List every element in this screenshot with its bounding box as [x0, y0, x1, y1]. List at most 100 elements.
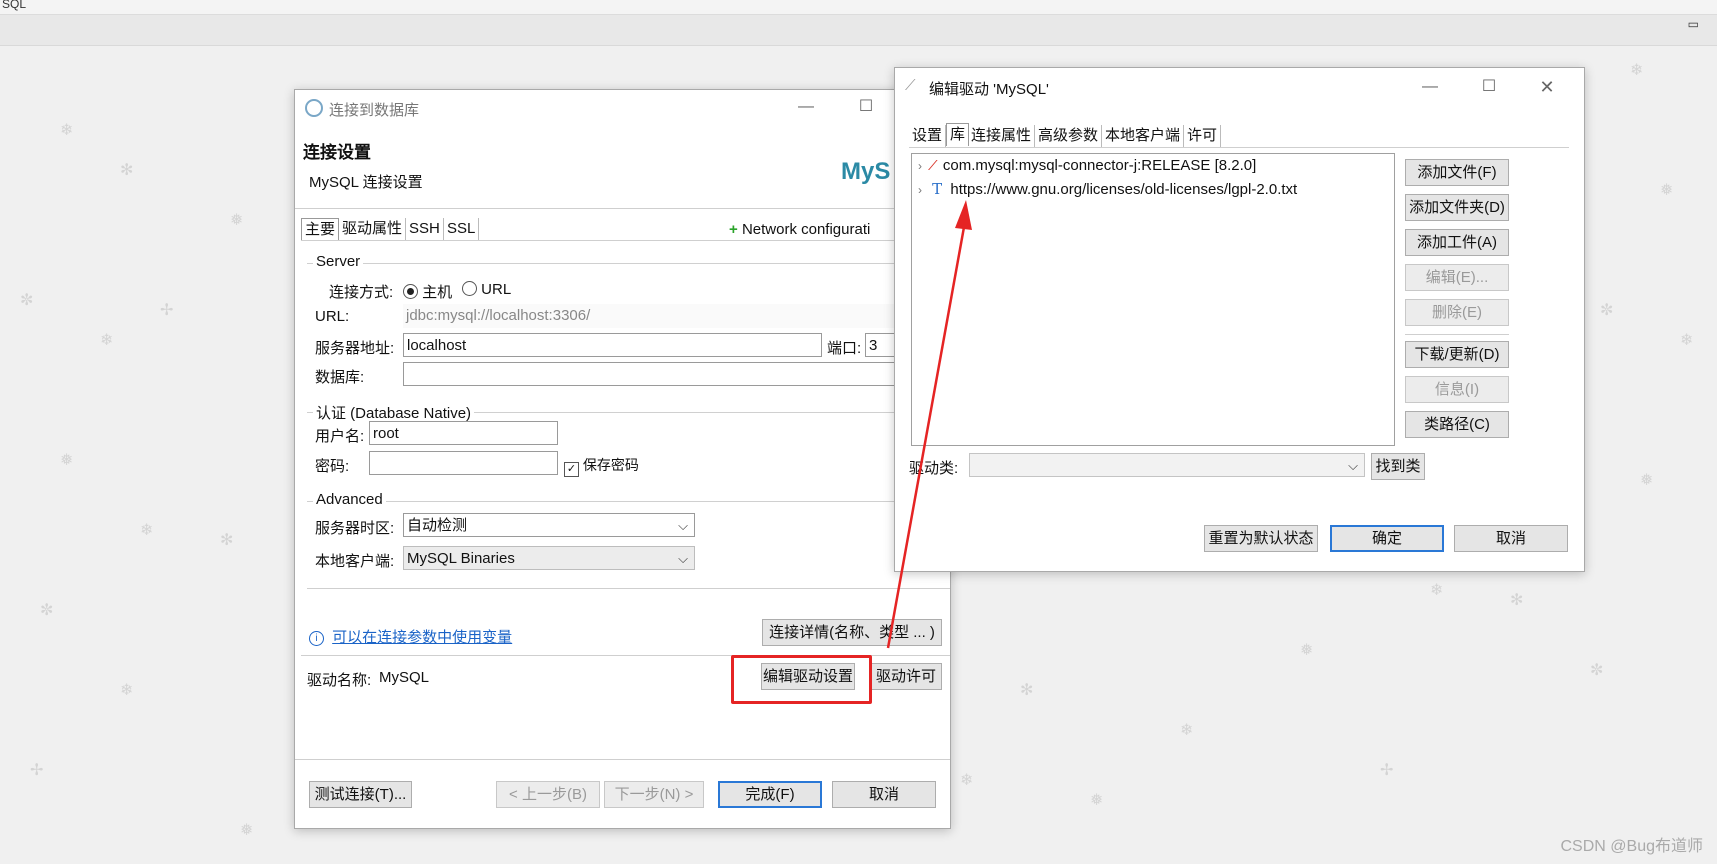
app-toolbar: ▭ — [0, 15, 1717, 46]
minimize-view-icon[interactable]: ▭ — [1688, 17, 1699, 31]
url-label: URL: — [315, 308, 350, 325]
connect-dialog-titlebar[interactable]: 连接到数据库 — ☐ — [295, 90, 950, 126]
add-file-button[interactable]: 添加文件(F) — [1405, 159, 1509, 186]
app-menu-bar: SQL — [0, 0, 1717, 15]
save-password-checkbox[interactable]: ✓ 保存密码 — [564, 455, 639, 477]
driver-name-value: MySQL — [379, 669, 430, 686]
edit-driver-dialog: ⟋ 编辑驱动 'MySQL' — ☐ ✕ 设置 库 连接属性 高级参数 本地客户… — [894, 67, 1585, 572]
footer-divider — [295, 759, 950, 760]
connect-settings-subtitle: MySQL 连接设置 — [309, 174, 423, 191]
info-button[interactable]: 信息(I) — [1405, 376, 1509, 403]
highlight-edit-driver — [731, 655, 872, 704]
minimize-icon[interactable]: — — [1419, 76, 1441, 98]
chevron-down-icon: ⌵ — [678, 551, 688, 566]
radio-host[interactable]: 主机 — [403, 281, 452, 302]
header-divider — [295, 208, 950, 209]
tab-driver-properties[interactable]: 驱动属性 — [339, 218, 407, 240]
close-icon[interactable]: ✕ — [1536, 76, 1558, 98]
delete-library-button[interactable]: 删除(E) — [1405, 299, 1509, 326]
expand-chevron-icon[interactable]: › — [918, 159, 922, 173]
tab-divider — [301, 240, 950, 241]
app-label: SQL — [2, 0, 27, 11]
maven-feather-icon: ⁄ — [932, 157, 935, 174]
advanced-bottom-divider — [307, 588, 950, 589]
timezone-select[interactable]: 自动检测 ⌵ — [403, 513, 695, 537]
back-button[interactable]: < 上一步(B) — [496, 781, 600, 808]
connect-method-label: 连接方式: — [329, 284, 394, 301]
connect-dialog-title: 连接到数据库 — [329, 102, 420, 119]
database-label: 数据库: — [315, 369, 365, 386]
classpath-button[interactable]: 类路径(C) — [1405, 411, 1509, 438]
password-label: 密码: — [315, 458, 350, 475]
edit-library-button[interactable]: 编辑(E)... — [1405, 264, 1509, 291]
driver-cancel-button[interactable]: 取消 — [1454, 525, 1568, 552]
password-input[interactable] — [369, 451, 558, 475]
chevron-down-icon: ⌵ — [1348, 458, 1358, 473]
radio-url[interactable]: URL — [462, 281, 511, 298]
tab-ssh[interactable]: SSH — [406, 218, 444, 240]
library-tree[interactable]: › ⁄ com.mysql:mysql-connector-j:RELEASE … — [911, 153, 1395, 446]
server-group-border — [307, 263, 950, 264]
mysql-logo: MyS — [841, 158, 891, 185]
driver-class-label: 驱动类: — [909, 460, 959, 477]
username-input[interactable]: root — [369, 421, 558, 445]
library-item[interactable]: › T https://www.gnu.org/licenses/old-lic… — [918, 180, 1297, 198]
advanced-group-title: Advanced — [313, 491, 386, 508]
watermark: CSDN @Bug布道师 — [1560, 838, 1704, 855]
tab-libraries[interactable]: 库 — [946, 123, 970, 146]
advanced-group-border — [307, 501, 950, 502]
reset-default-button[interactable]: 重置为默认状态 — [1204, 525, 1318, 552]
timezone-label: 服务器时区: — [315, 520, 395, 537]
edit-driver-titlebar[interactable]: ⟋ 编辑驱动 'MySQL' — ☐ ✕ — [895, 68, 1584, 108]
database-input[interactable] — [403, 362, 950, 386]
add-folder-button[interactable]: 添加文件夹(D) — [1405, 194, 1509, 221]
tab-main[interactable]: 主要 — [301, 218, 340, 241]
server-address-input[interactable]: localhost — [403, 333, 822, 357]
port-label: 端口: — [827, 340, 862, 357]
connect-dialog: 连接到数据库 — ☐ 连接设置 MySQL 连接设置 MyS 主要 驱动属性 S… — [294, 89, 951, 829]
finish-button[interactable]: 完成(F) — [718, 781, 822, 808]
info-icon: i — [309, 631, 324, 646]
checkbox-checked-icon[interactable]: ✓ — [564, 462, 579, 477]
local-client-label: 本地客户端: — [315, 553, 395, 570]
tab-local-client[interactable]: 本地客户端 — [1102, 125, 1185, 147]
connect-cancel-button[interactable]: 取消 — [832, 781, 936, 808]
variables-link[interactable]: 可以在连接参数中使用变量 — [332, 629, 512, 646]
url-field[interactable]: jdbc:mysql://localhost:3306/ — [403, 304, 950, 328]
tab-license[interactable]: 许可 — [1184, 125, 1222, 147]
download-update-button[interactable]: 下载/更新(D) — [1405, 341, 1509, 368]
driver-ok-button[interactable]: 确定 — [1330, 525, 1444, 552]
find-class-button[interactable]: 找到类 — [1371, 453, 1425, 480]
text-file-icon: T — [932, 180, 943, 198]
variables-hint: i 可以在连接参数中使用变量 — [309, 626, 512, 647]
add-artifact-button[interactable]: 添加工件(A) — [1405, 229, 1509, 256]
test-connection-button[interactable]: 测试连接(T)... — [309, 781, 412, 808]
connection-details-button[interactable]: 连接详情(名称、类型 ... ) — [762, 619, 942, 646]
chevron-down-icon: ⌵ — [678, 518, 688, 533]
minimize-icon[interactable]: — — [795, 96, 817, 118]
auth-group-title: 认证 (Database Native) — [313, 402, 475, 423]
radio-url-button[interactable] — [462, 281, 477, 296]
tab-advanced-params[interactable]: 高级参数 — [1035, 125, 1103, 147]
server-address-label: 服务器地址: — [315, 340, 395, 357]
driver-class-select[interactable]: ⌵ — [969, 453, 1365, 477]
driver-name-label: 驱动名称: — [307, 672, 372, 689]
next-button[interactable]: 下一步(N) > — [604, 781, 704, 808]
driver-license-button[interactable]: 驱动许可 — [870, 663, 942, 690]
server-group-title: Server — [313, 253, 364, 270]
library-item[interactable]: › ⁄ com.mysql:mysql-connector-j:RELEASE … — [918, 157, 1256, 174]
driver-dialog-icon: ⟋ — [905, 77, 916, 94]
maximize-icon[interactable]: ☐ — [1478, 76, 1500, 98]
tab-settings[interactable]: 设置 — [909, 125, 947, 147]
dbeaver-app-icon — [305, 99, 323, 117]
local-client-select[interactable]: MySQL Binaries ⌵ — [403, 546, 695, 570]
plus-icon: + — [729, 221, 738, 238]
username-label: 用户名: — [315, 428, 365, 445]
expand-chevron-icon[interactable]: › — [918, 183, 922, 197]
network-config-button[interactable]: + Network configurati — [729, 221, 870, 238]
tab-ssl[interactable]: SSL — [444, 218, 480, 240]
maximize-icon[interactable]: ☐ — [855, 96, 877, 118]
connect-settings-heading: 连接设置 — [303, 143, 371, 162]
radio-host-button[interactable] — [403, 284, 418, 299]
tab-connection-properties[interactable]: 连接属性 — [968, 125, 1036, 147]
